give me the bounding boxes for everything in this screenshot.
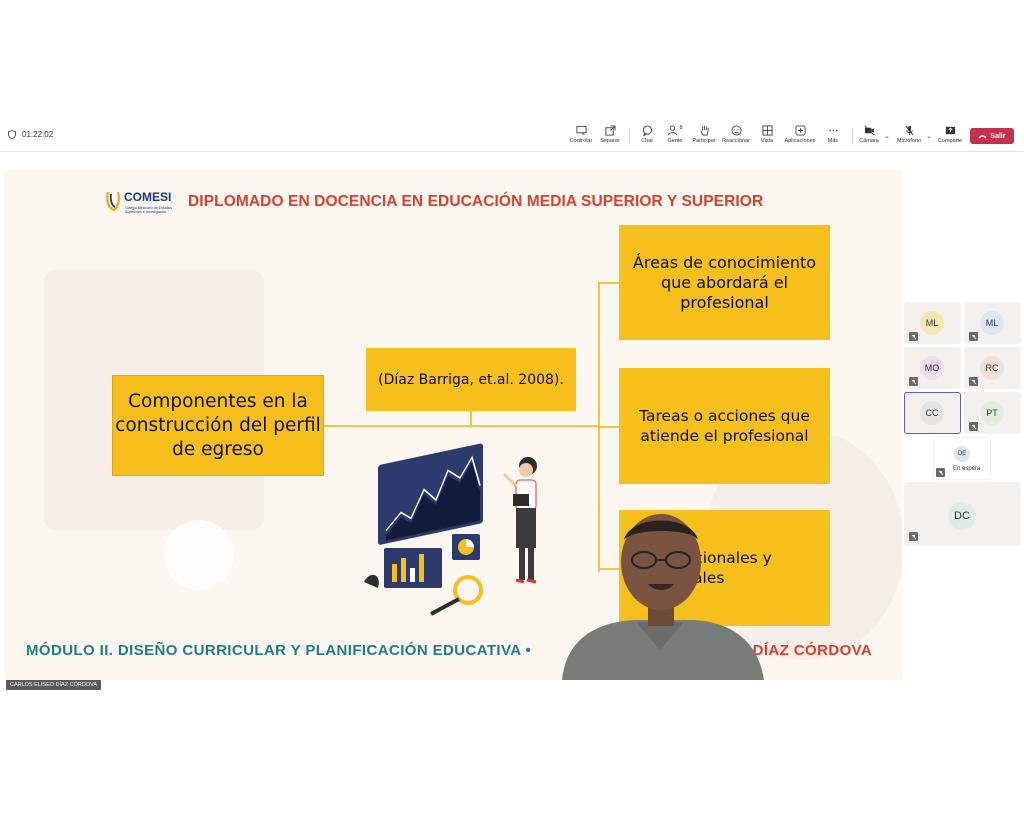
control-icon — [575, 125, 587, 136]
avatar: ML — [920, 311, 944, 335]
mic-button[interactable]: Micrófono — [891, 125, 927, 149]
view-label: Vista — [760, 138, 774, 144]
grid-icon — [761, 125, 773, 136]
people-icon — [668, 125, 678, 136]
slide-background-cup — [164, 520, 234, 590]
knowledge-areas-box: Áreas de conocimiento que abordará el pr… — [619, 225, 830, 340]
avatar: PT — [980, 401, 1004, 425]
react-label: Reaccionar — [722, 138, 750, 144]
waiting-participant-tile[interactable]: DE — [934, 438, 990, 479]
more-label: Más — [827, 138, 839, 144]
people-label: Gente — [667, 138, 683, 144]
share-label: Comparte — [937, 138, 963, 144]
tasks-box: Tareas o acciones que atiende el profesi… — [619, 368, 830, 484]
mic-muted-icon — [936, 468, 945, 477]
avatar: CC — [920, 401, 944, 425]
avatar: MO — [920, 356, 944, 380]
chat-label: Chat — [641, 138, 653, 144]
avatar: RC — [980, 356, 1004, 380]
participant-tile[interactable]: DC — [904, 482, 1021, 546]
apps-button[interactable]: Aplicaciones — [782, 125, 818, 149]
mic-label: Micrófono — [896, 138, 922, 144]
participant-tile[interactable]: MO — [904, 347, 961, 389]
smiley-icon — [730, 125, 742, 136]
share-button[interactable]: Comparte — [932, 125, 968, 149]
participant-tile[interactable]: PT — [964, 392, 1021, 434]
meeting-toolbar: 01:22:02 Controlar Separar Chat 8 Gente … — [0, 122, 1024, 152]
main-concept-box: Componentes en la construcción del perfi… — [112, 375, 324, 476]
more-button[interactable]: Más — [815, 125, 851, 149]
avatar: ML — [980, 311, 1004, 335]
logo-text: COMESI — [124, 190, 172, 204]
separate-button[interactable]: Separar — [592, 125, 628, 149]
leave-button[interactable]: Salir — [970, 128, 1014, 144]
separate-label: Separar — [600, 138, 620, 144]
view-button[interactable]: Vista — [749, 125, 785, 149]
camera-label: Cámara — [859, 138, 879, 144]
camera-off-icon — [864, 125, 874, 136]
leave-label: Salir — [990, 132, 1006, 140]
connector-line — [324, 425, 599, 427]
connector-line — [598, 282, 619, 284]
add-icon — [794, 125, 806, 136]
more-icon — [828, 129, 838, 132]
shield-icon — [8, 130, 16, 139]
citation-box: (Díaz Barriga, et.al. 2008). — [366, 348, 576, 411]
meeting-window: 01:22:02 Controlar Separar Chat 8 Gente … — [0, 0, 1024, 819]
shared-slide: COMESI Colegio Mexicano de Estudios Supe… — [4, 170, 902, 680]
module-footer: MÓDULO II. DISEÑO CURRICULAR Y PLANIFICA… — [26, 642, 532, 659]
mic-options-chevron-icon[interactable]: ⌄ — [926, 132, 932, 140]
control-label: Controlar — [569, 138, 593, 144]
raise-label: Participar — [692, 138, 716, 144]
people-count: 8 — [679, 125, 683, 131]
connector-line — [598, 426, 619, 428]
apps-label: Aplicaciones — [784, 138, 816, 144]
mic-muted-icon — [969, 332, 978, 341]
connector-line — [470, 411, 472, 425]
hand-icon — [699, 125, 709, 136]
participant-tile[interactable]: ML — [964, 302, 1021, 344]
data-analysis-illustration — [364, 443, 537, 616]
presenter-name-tag: CARLOS ELISEO DÍAZ CÓRDOVA — [6, 680, 102, 690]
participant-tile-selected[interactable]: CC — [904, 392, 961, 434]
presenter-video — [562, 514, 764, 680]
timer-text: 01:22:02 — [22, 130, 54, 139]
logo-subtitle: Colegio Mexicano de Estudios Superiores … — [125, 206, 173, 214]
chat-icon — [642, 125, 652, 136]
mic-muted-icon — [909, 532, 918, 541]
mic-muted-icon — [969, 377, 978, 386]
mic-muted-icon — [909, 377, 918, 386]
participant-tile[interactable]: RC — [964, 347, 1021, 389]
waiting-label: En espera — [953, 466, 981, 472]
avatar: DC — [948, 502, 976, 530]
share-icon — [945, 126, 955, 135]
camera-button[interactable]: Cámara — [851, 125, 887, 149]
camera-options-chevron-icon[interactable]: ⌄ — [884, 132, 890, 140]
raise-hand-button[interactable]: Participar — [686, 125, 722, 149]
mic-muted-icon — [909, 332, 918, 341]
slide-title: DIPLOMADO EN DOCENCIA EN EDUCACIÓN MEDIA… — [188, 193, 764, 210]
hangup-icon — [978, 134, 987, 138]
mic-off-icon — [904, 125, 914, 136]
popout-icon — [604, 125, 616, 136]
mic-muted-icon — [969, 422, 978, 431]
participant-tile[interactable]: ML — [904, 302, 961, 344]
meeting-timer: 01:22:02 — [8, 130, 53, 139]
avatar: DE — [954, 446, 970, 462]
